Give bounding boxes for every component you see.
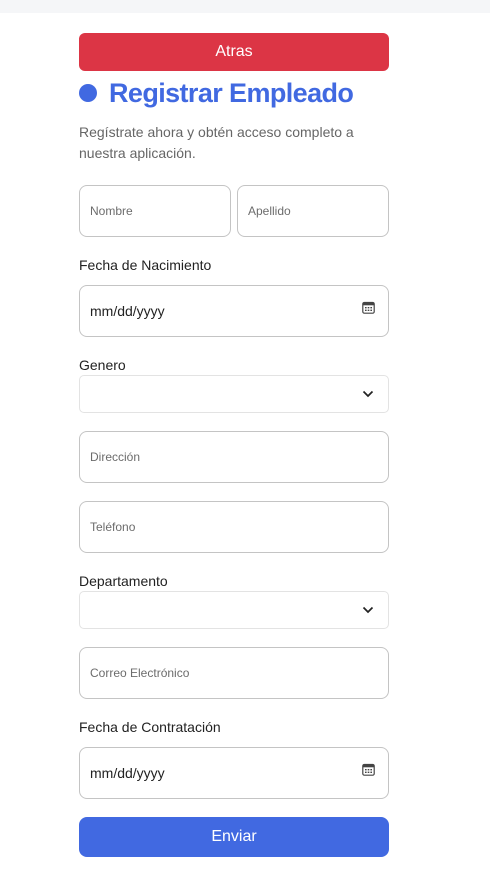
email-field[interactable]: Correo Electrónico: [79, 647, 389, 699]
back-button[interactable]: Atras: [79, 33, 389, 71]
calendar-icon[interactable]: [362, 763, 375, 776]
title-dot-icon: [79, 84, 97, 102]
last-name-field[interactable]: Apellido: [237, 185, 389, 237]
phone-placeholder: Teléfono: [90, 520, 136, 534]
top-strip: [0, 0, 490, 13]
submit-button[interactable]: Enviar: [79, 817, 389, 857]
hire-date-field[interactable]: mm/dd/yyyy: [79, 747, 389, 799]
chevron-down-icon: [362, 390, 374, 398]
hire-date-label: Fecha de Contratación: [79, 719, 221, 735]
first-name-placeholder: Nombre: [90, 204, 133, 218]
title-row: Registrar Empleado: [79, 75, 354, 111]
birth-date-label: Fecha de Nacimiento: [79, 257, 212, 273]
address-placeholder: Dirección: [90, 450, 141, 464]
department-select[interactable]: [79, 591, 389, 629]
hire-date-value: mm/dd/yyyy: [90, 765, 165, 781]
gender-select[interactable]: [79, 375, 389, 413]
gender-label: Genero: [79, 357, 126, 373]
page-subtitle: Regístrate ahora y obtén acceso completo…: [79, 124, 354, 161]
chevron-down-icon: [362, 606, 374, 614]
first-name-field[interactable]: Nombre: [79, 185, 231, 237]
department-label: Departamento: [79, 573, 168, 589]
last-name-placeholder: Apellido: [248, 204, 291, 218]
email-placeholder: Correo Electrónico: [90, 666, 190, 680]
address-field[interactable]: Dirección: [79, 431, 389, 483]
page-title: Registrar Empleado: [109, 77, 354, 108]
birth-date-field[interactable]: mm/dd/yyyy: [79, 285, 389, 337]
phone-field[interactable]: Teléfono: [79, 501, 389, 553]
calendar-icon[interactable]: [362, 301, 375, 314]
birth-date-value: mm/dd/yyyy: [90, 303, 165, 319]
